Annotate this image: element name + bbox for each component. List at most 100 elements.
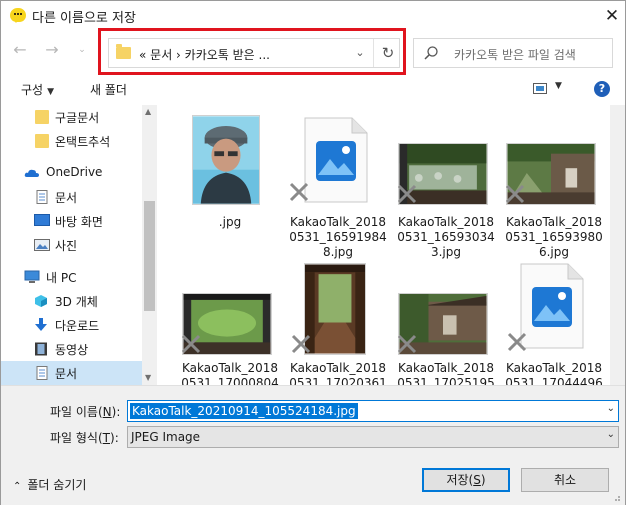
file-name-line: 0531_17020361 [289,376,387,385]
address-separator [373,39,374,67]
organize-button[interactable]: 구성 ▼ [21,81,54,98]
file-name: KakaoTalk_2018 0531_17025195 [394,361,498,385]
download-icon [35,318,47,331]
file-item[interactable]: KakaoTalk_2018 0531_17020361 [286,259,390,385]
close-button[interactable]: ✕ [599,3,625,29]
address-path[interactable]: « 문서 › 카카오톡 받은 ... [139,46,270,63]
hide-folders-toggle[interactable]: ⌃ 폴더 숨기기 [13,476,86,493]
file-name-line: 0531_17044496 [505,376,603,385]
folder-icon [35,134,49,148]
cloud-unavailable-x-icon [397,184,417,204]
file-item[interactable]: KakaoTalk_2018 0531_16591984 8.jpg [286,113,390,259]
file-name: KakaoTalk_2018 0531_17020361 [286,361,390,385]
file-name-line: 0531_17000804 [181,376,279,385]
filename-value[interactable]: KakaoTalk_20210914_105524184.jpg [130,403,358,419]
cloud-unavailable-x-icon [291,334,311,354]
computer-icon [24,270,40,283]
file-item[interactable]: KakaoTalk_2018 0531_17025195 [394,259,498,385]
filetype-value: JPEG Image [131,430,201,444]
file-name-line: KakaoTalk_2018 [398,215,494,229]
file-list-scrollbar[interactable] [610,105,625,385]
sidebar-item-pictures[interactable]: 사진 [1,233,142,257]
file-item[interactable]: .jpg [178,113,282,255]
sidebar-item-3d-objects[interactable]: 3D 개체 [1,289,142,313]
scrollbar-thumb[interactable] [144,201,155,311]
filename-label: 파일 이름(N): [50,405,121,419]
sidebar-item-ontact[interactable]: 온택트추석 [1,129,142,153]
cancel-button[interactable]: 취소 [521,468,609,492]
file-name: KakaoTalk_2018 0531_17044496 [502,361,606,385]
file-name-line: 0531_16593034 [397,230,495,244]
filename-field[interactable]: KakaoTalk_20210914_105524184.jpg ⌄ [127,400,619,422]
file-name-line: KakaoTalk_2018 [398,361,494,375]
document-icon [36,190,48,204]
file-item[interactable]: KakaoTalk_2018 0531_16593980 6.jpg [502,113,606,259]
dialog-title: 다른 이름으로 저장 [32,11,136,26]
thumbnail [286,113,390,209]
file-name-line: KakaoTalk_2018 [182,361,278,375]
file-name-line: KakaoTalk_2018 [506,215,602,229]
navigation-bar: ← → ⌄ « 문서 › 카카오톡 받은 ... ⌄ ↻ 카카오톡 받은 파일 … [1,31,625,73]
sidebar-item-label: 바탕 화면 [55,215,103,229]
file-name: .jpg [218,215,242,229]
cloud-icon [24,169,39,177]
sidebar-item-label: 사진 [55,239,78,253]
navigation-pane: 구글문서 온택트추석 OneDrive 문서 바탕 화면 사진 내 PC 3D … [1,105,157,385]
chevron-down-icon[interactable]: ⌄ [607,403,615,414]
file-item[interactable]: KakaoTalk_2018 0531_17044496 [502,259,606,385]
sidebar-item-documents-selected[interactable]: 문서 [1,361,142,385]
sidebar-scrollbar[interactable]: ▲ ▼ [142,105,157,385]
view-options-icon[interactable] [533,83,547,94]
scroll-down-icon[interactable]: ▼ [145,373,151,382]
filetype-select[interactable]: JPEG Image ⌄ [127,426,619,448]
file-item[interactable]: KakaoTalk_2018 0531_16593034 3.jpg [394,113,498,259]
thumbnail [502,113,606,209]
cube-icon [35,295,47,307]
title-bar: 다른 이름으로 저장 ✕ [1,1,625,31]
chevron-down-icon[interactable]: ⌄ [607,429,615,440]
search-icon [424,46,438,60]
file-name-line: KakaoTalk_2018 [290,361,386,375]
sidebar-item-this-pc[interactable]: 내 PC [1,265,142,289]
file-item[interactable]: KakaoTalk_2018 0531_17000804 [178,259,282,385]
thumbnail [394,259,498,355]
sidebar-item-label: OneDrive [46,165,103,179]
refresh-button[interactable]: ↻ [377,42,399,64]
thumbnail [394,113,498,209]
scroll-up-icon[interactable]: ▲ [145,107,151,116]
cloud-unavailable-x-icon [505,184,525,204]
file-name: KakaoTalk_2018 0531_17000804 [178,361,282,385]
sidebar-item-onedrive[interactable]: OneDrive [1,161,142,185]
sidebar-item-documents[interactable]: 문서 [1,185,142,209]
recent-locations-button[interactable]: ⌄ [73,39,91,61]
chevron-down-icon[interactable]: ▼ [555,81,562,91]
save-as-dialog: 다른 이름으로 저장 ✕ ← → ⌄ « 문서 › 카카오톡 받은 ... ⌄ … [0,0,626,505]
back-button[interactable]: ← [11,39,29,61]
file-name: KakaoTalk_2018 0531_16593034 3.jpg [394,215,498,260]
sidebar-item-desktop[interactable]: 바탕 화면 [1,209,142,233]
resize-grip-icon[interactable] [611,492,621,502]
address-bar[interactable]: « 문서 › 카카오톡 받은 ... ⌄ ↻ [108,38,400,68]
sidebar-item-videos[interactable]: 동영상 [1,337,142,361]
file-name-line: 0531_16591984 [289,230,387,244]
cloud-unavailable-x-icon [507,332,527,352]
file-name-line: 3.jpg [430,245,462,259]
sidebar-item-label: 온택트추석 [55,135,111,149]
thumbnail [178,113,282,209]
sidebar-item-google-docs[interactable]: 구글문서 [1,105,142,129]
address-dropdown-button[interactable]: ⌄ [352,44,368,62]
file-name: KakaoTalk_2018 0531_16591984 8.jpg [286,215,390,260]
forward-button[interactable]: → [43,39,61,61]
search-input[interactable]: 카카오톡 받은 파일 검색 [454,46,576,63]
file-name: KakaoTalk_2018 0531_16593980 6.jpg [502,215,606,260]
search-box[interactable]: 카카오톡 받은 파일 검색 [413,38,613,68]
sidebar-item-downloads[interactable]: 다운로드 [1,313,142,337]
sidebar-item-label: 다운로드 [55,319,100,333]
cloud-unavailable-x-icon [397,334,417,354]
cloud-unavailable-x-icon [181,334,201,354]
help-button[interactable]: ? [594,81,610,97]
save-button[interactable]: 저장(S) [422,468,510,492]
image-file-icon [304,117,368,203]
image-file-icon [520,263,584,349]
new-folder-button[interactable]: 새 폴더 [90,81,127,98]
